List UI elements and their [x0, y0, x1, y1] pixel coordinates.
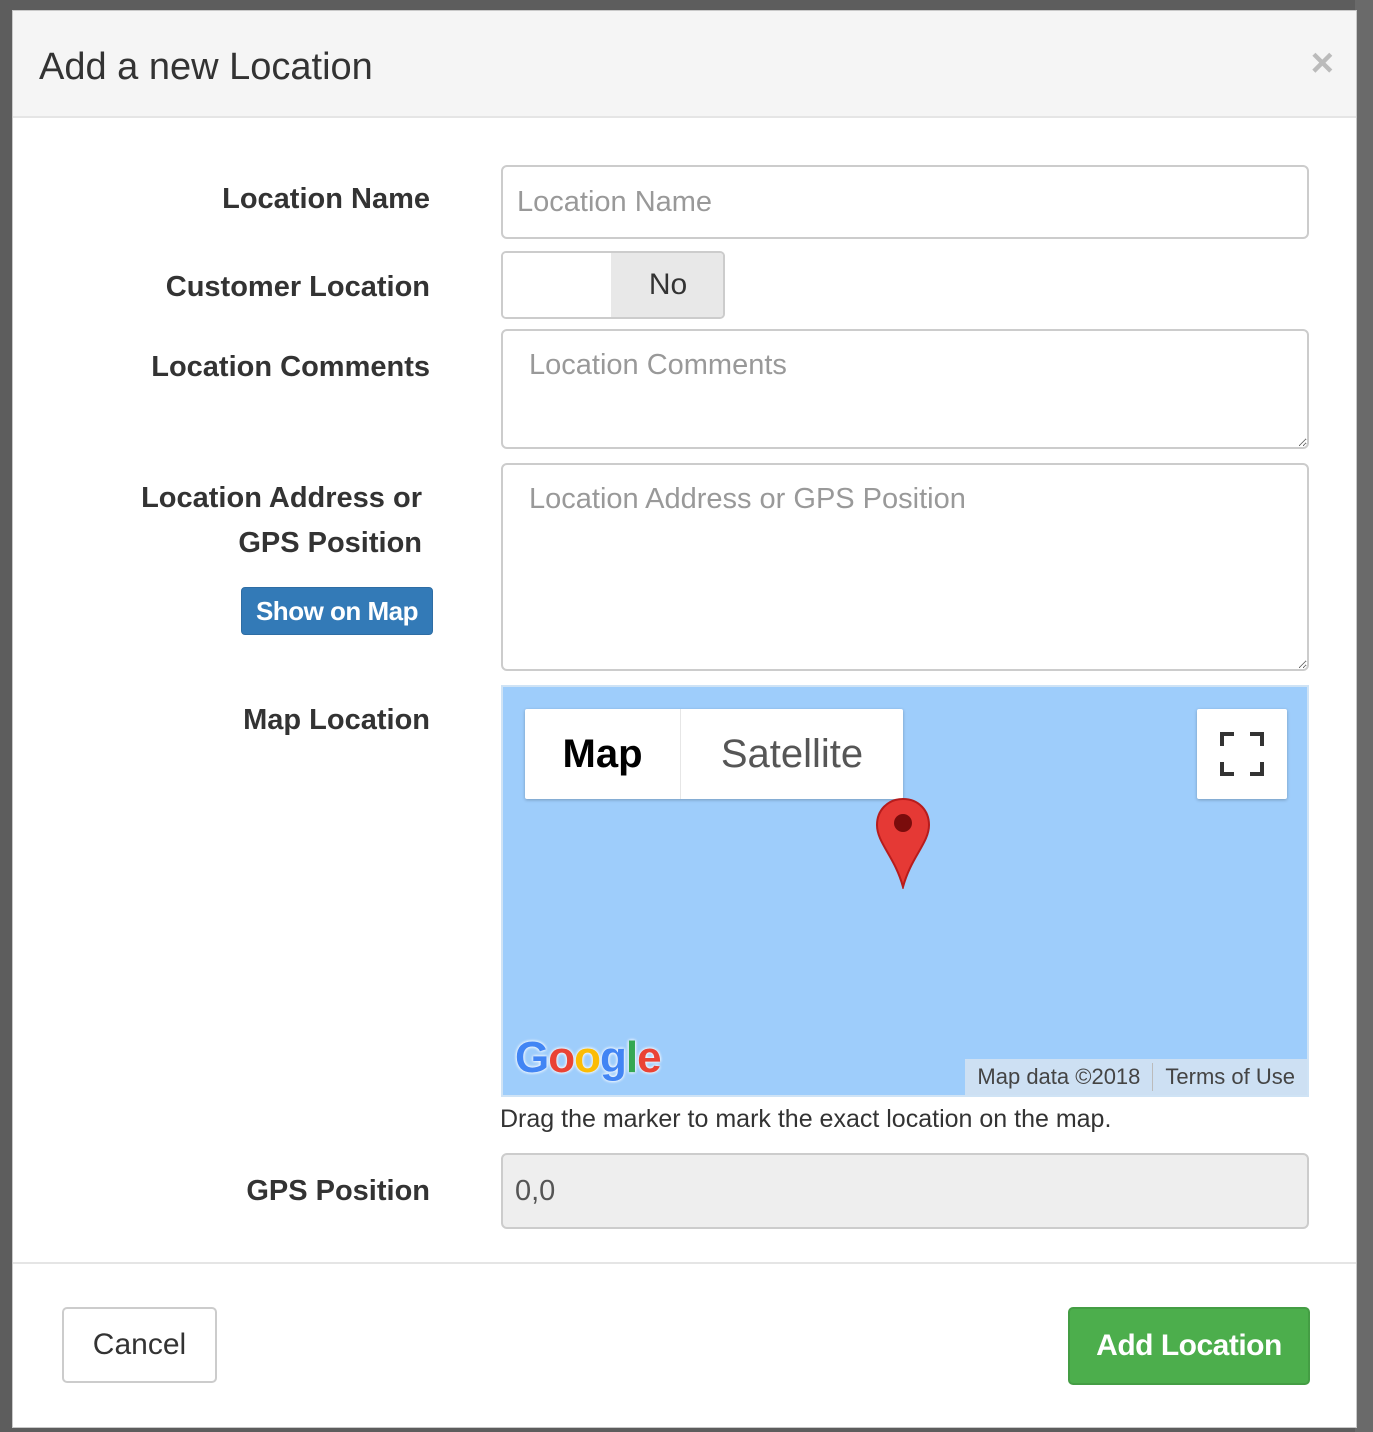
map-type-satellite-button[interactable]: Satellite: [681, 709, 903, 799]
map-help-text: Drag the marker to mark the exact locati…: [500, 1105, 1112, 1133]
location-address-textarea[interactable]: [501, 463, 1309, 671]
map-location-label: Map Location: [243, 704, 430, 736]
map-attribution: Map data ©2018 Terms of Use: [965, 1059, 1307, 1095]
fullscreen-button[interactable]: [1197, 709, 1287, 799]
toggle-handle: [503, 253, 611, 317]
toggle-off-label: No: [611, 253, 723, 317]
gps-position-label: GPS Position: [246, 1175, 430, 1207]
close-icon[interactable]: ×: [1311, 43, 1334, 83]
customer-location-toggle[interactable]: No: [501, 251, 725, 319]
location-name-input[interactable]: [501, 165, 1309, 239]
map-marker-icon[interactable]: [873, 797, 933, 889]
location-comments-label: Location Comments: [151, 351, 430, 383]
show-on-map-button[interactable]: Show on Map: [241, 587, 433, 635]
add-location-dialog: Add a new Location × Location Name Custo…: [12, 10, 1357, 1428]
modal-backdrop: [1355, 0, 1373, 1432]
location-comments-textarea[interactable]: [501, 329, 1309, 449]
map-canvas[interactable]: Map Satellite Google Map data ©2018 Term…: [501, 685, 1309, 1097]
cancel-button[interactable]: Cancel: [62, 1307, 217, 1383]
terms-of-use-link[interactable]: Terms of Use: [1153, 1064, 1307, 1090]
location-address-label-line1: Location Address or: [141, 482, 422, 514]
map-type-map-button[interactable]: Map: [525, 709, 681, 799]
location-address-label-line2: GPS Position: [238, 527, 422, 559]
add-location-button[interactable]: Add Location: [1068, 1307, 1310, 1385]
dialog-title: Add a new Location: [39, 46, 373, 88]
map-data-text: Map data ©2018: [977, 1064, 1141, 1089]
map-type-control: Map Satellite: [525, 709, 903, 799]
dialog-footer-divider: [13, 1262, 1356, 1264]
customer-location-label: Customer Location: [165, 271, 430, 303]
gps-position-field: 0,0: [501, 1153, 1309, 1229]
location-name-label: Location Name: [222, 183, 430, 215]
fullscreen-icon: [1220, 732, 1264, 776]
google-logo: Google: [515, 1033, 662, 1082]
dialog-header: Add a new Location ×: [13, 11, 1356, 118]
